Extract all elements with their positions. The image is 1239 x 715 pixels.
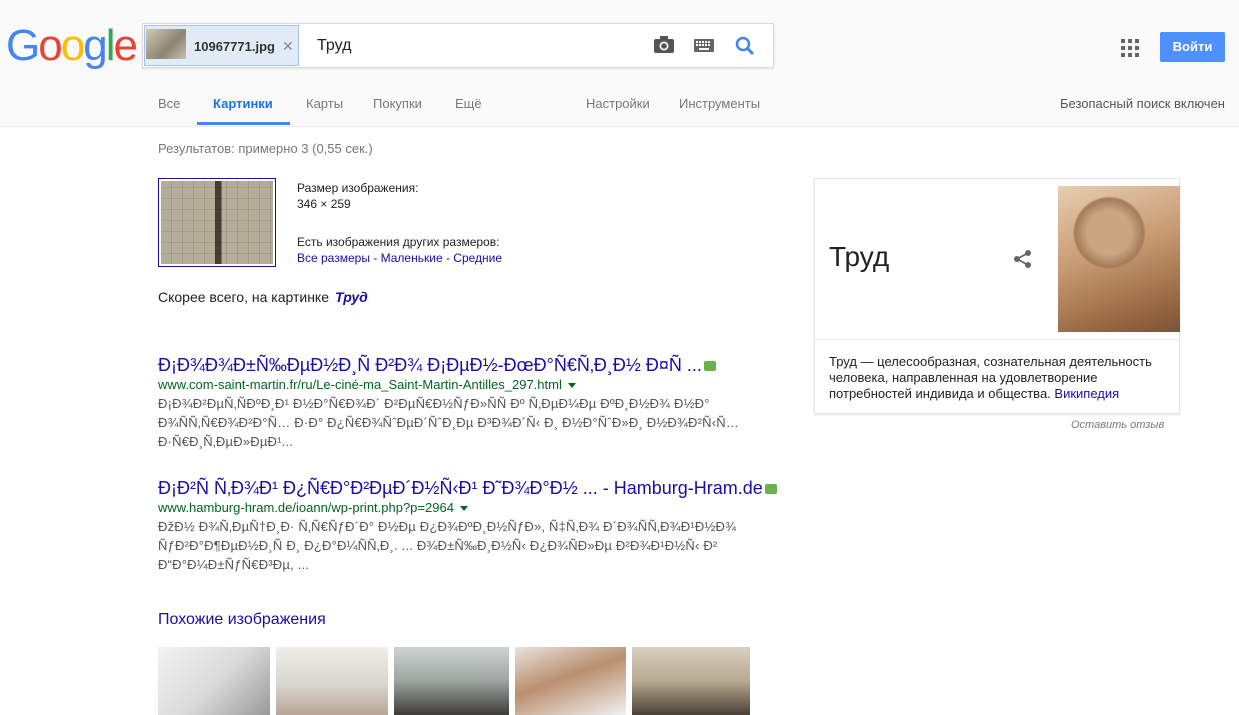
tab-shopping[interactable]: Покупки	[373, 96, 422, 111]
chevron-down-icon[interactable]	[459, 506, 468, 512]
active-tab-indicator	[197, 122, 290, 125]
image-chip-thumbnail	[146, 29, 186, 59]
result-snippet: Ð¡Ð¾Ð²ÐµÑ‚ÑÐºÐ¸Ð¹ Ð½Ð°Ñ€Ð¾Ð´ Ð²ÐµÑ€Ð½ÑƒÐ…	[158, 396, 740, 449]
result-url[interactable]: www.com-saint-martin.fr/ru/Le-ciné-ma_Sa…	[158, 377, 562, 392]
knowledge-panel-title: Труд	[829, 241, 890, 272]
similar-image[interactable]	[158, 647, 270, 715]
image-size-value: 346 × 259	[297, 197, 351, 211]
result-stats: Результатов: примерно 3 (0,55 сек.)	[158, 141, 373, 156]
feedback-link[interactable]: Оставить отзыв	[1071, 419, 1164, 431]
result-title-link[interactable]: Ð¡Ð¾Ð¾Ð±Ñ‰ÐµÐ½Ð¸Ñ Ð²Ð¾ Ð¡ÐµÐ½-ÐœÐ°Ñ€Ñ‚Ð¸…	[158, 355, 702, 375]
search-result: Ð¡Ð²Ñ Ñ‚Ð¾Ð¹ Ð¿Ñ€Ð°Ð²ÐµÐ´Ð½Ñ‹Ð¹ Ð˜Ð¾Ð°Ð½…	[158, 477, 778, 574]
search-input[interactable]	[317, 24, 637, 67]
similar-image[interactable]	[515, 647, 626, 715]
chevron-down-icon[interactable]	[567, 383, 576, 389]
image-size-label: Размер изображения:	[297, 181, 419, 195]
search-icon[interactable]	[735, 36, 755, 61]
logo-letter: o	[60, 21, 86, 70]
divider	[815, 339, 1179, 340]
similar-images-heading[interactable]: Похожие изображения	[158, 611, 326, 629]
query-image-thumbnail[interactable]	[158, 178, 276, 267]
top-bar: Google 10967771.jpg ✕ Войти Все Картинки…	[0, 0, 1239, 127]
knowledge-panel: Труд Труд — целесообразная, сознательная…	[814, 178, 1180, 414]
logo-letter: G	[6, 21, 40, 70]
best-guess: Скорее всего, на картинке Труд	[158, 289, 368, 305]
keyboard-icon[interactable]	[694, 39, 714, 57]
best-guess-label: Скорее всего, на картинке	[158, 289, 329, 305]
image-chip[interactable]: 10967771.jpg ✕	[144, 25, 299, 66]
result-snippet: ÐžÐ½ Ð¾Ñ‚ÐµÑ†Ð¸Ð· Ñ‚Ñ€ÑƒÐ´Ð° Ð½Ðµ Ð¿Ð¾Ðº…	[158, 519, 737, 572]
image-chip-filename: 10967771.jpg	[194, 39, 275, 54]
small-sizes-link[interactable]: Маленькие	[381, 251, 443, 265]
settings-link[interactable]: Настройки	[586, 96, 650, 111]
tab-images[interactable]: Картинки	[213, 96, 273, 111]
search-result: Ð¡Ð¾Ð¾Ð±Ñ‰ÐµÐ½Ð¸Ñ Ð²Ð¾ Ð¡ÐµÐ½-ÐœÐ°Ñ€Ñ‚Ð¸…	[158, 354, 778, 451]
best-guess-link[interactable]: Труд	[335, 289, 368, 305]
close-icon[interactable]: ✕	[282, 38, 294, 55]
wikipedia-link[interactable]: Википедия	[1054, 386, 1119, 401]
result-url[interactable]: www.hamburg-hram.de/ioann/wp-print.php?p…	[158, 500, 454, 515]
camera-icon[interactable]	[653, 35, 675, 60]
logo-letter: o	[38, 21, 63, 70]
tab-all[interactable]: Все	[158, 96, 180, 111]
logo-letter: l	[105, 21, 116, 70]
logo-letter: e	[113, 21, 138, 70]
google-logo[interactable]: Google	[6, 21, 138, 70]
separator: -	[369, 251, 381, 265]
logo-letter: g	[83, 21, 108, 70]
share-icon[interactable]	[1013, 249, 1033, 274]
result-title-link[interactable]: Ð¡Ð²Ñ Ñ‚Ð¾Ð¹ Ð¿Ñ€Ð°Ð²ÐµÐ´Ð½Ñ‹Ð¹ Ð˜Ð¾Ð°Ð½…	[158, 478, 763, 498]
medium-sizes-link[interactable]: Средние	[453, 251, 502, 265]
tools-link[interactable]: Инструменты	[679, 96, 760, 111]
sign-in-button[interactable]: Войти	[1160, 32, 1225, 62]
image-info: Размер изображения: 346 × 259 Есть изобр…	[297, 180, 502, 266]
translate-icon[interactable]	[703, 361, 716, 372]
apps-grid-icon[interactable]	[1121, 39, 1139, 57]
similar-image[interactable]	[632, 647, 750, 715]
similar-image[interactable]	[394, 647, 509, 715]
translate-icon[interactable]	[764, 484, 777, 495]
tab-maps[interactable]: Карты	[306, 96, 343, 111]
separator: -	[442, 251, 454, 265]
knowledge-panel-image[interactable]	[1058, 186, 1180, 332]
search-box: 10967771.jpg ✕	[142, 23, 774, 68]
all-sizes-link[interactable]: Все размеры	[297, 251, 370, 265]
knowledge-panel-description: Труд — целесообразная, сознательная деят…	[829, 354, 1165, 402]
similar-image[interactable]	[276, 647, 388, 715]
tab-more[interactable]: Ещё	[455, 96, 482, 111]
other-sizes-label: Есть изображения других размеров:	[297, 235, 500, 249]
safe-search-status[interactable]: Безопасный поиск включен	[1060, 96, 1225, 111]
